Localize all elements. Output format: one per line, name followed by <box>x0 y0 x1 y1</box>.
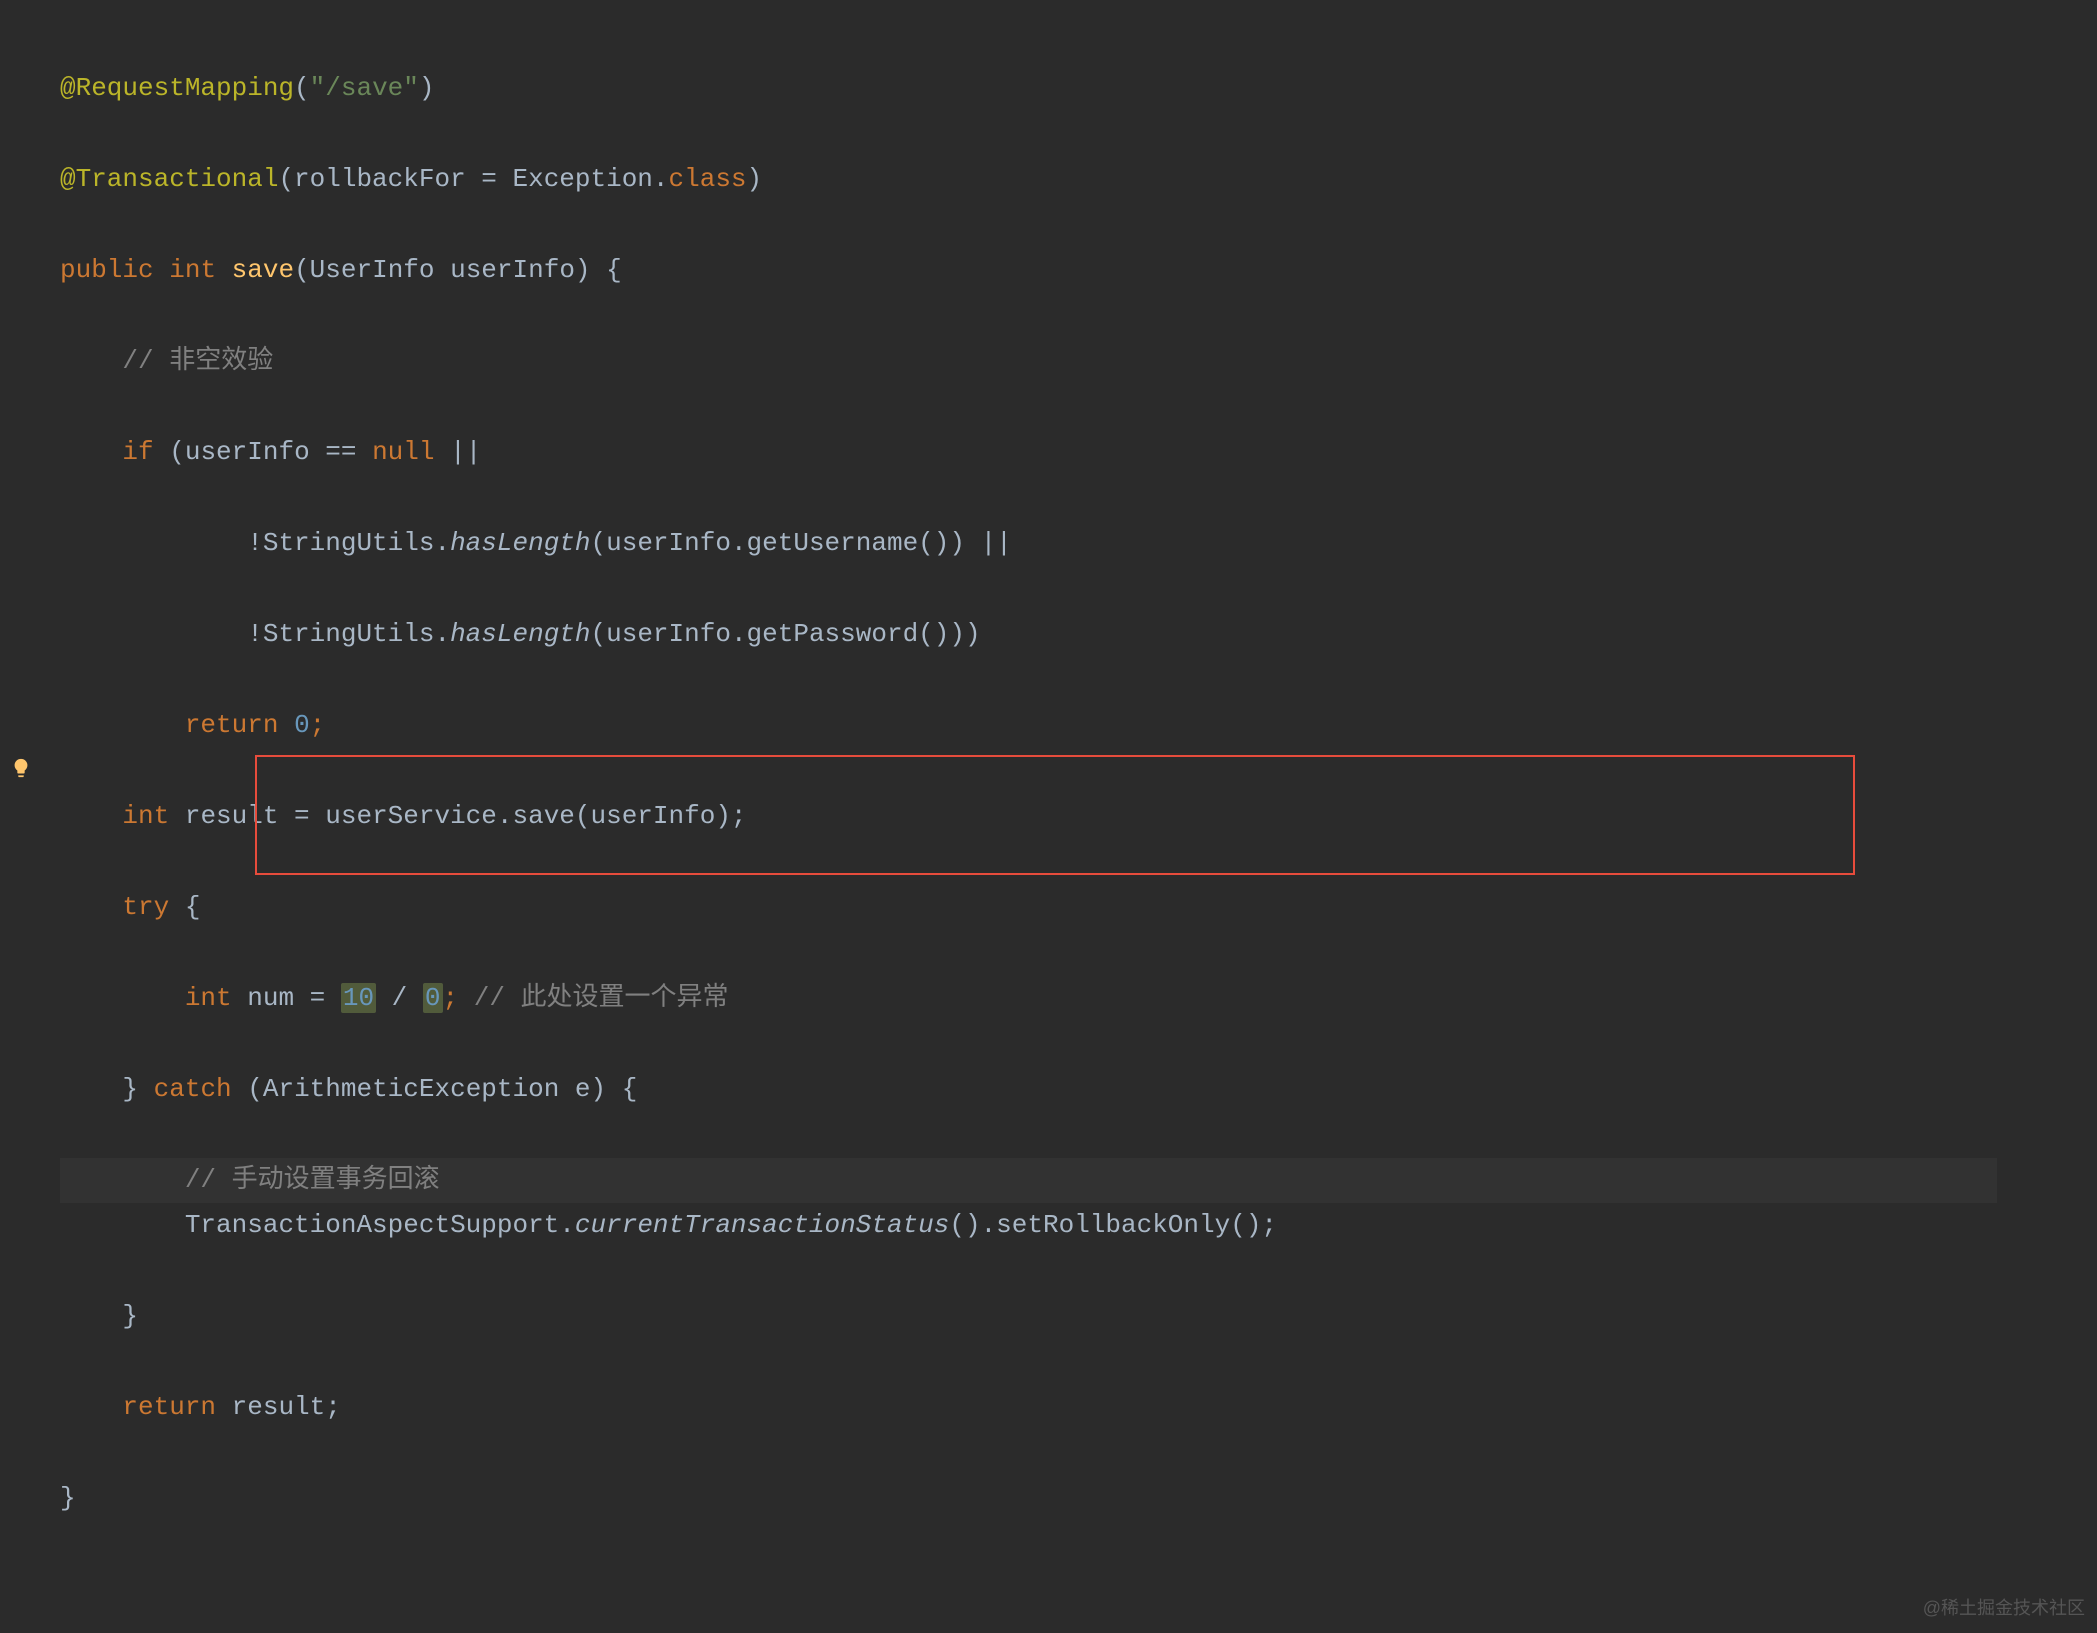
code-line: @RequestMapping("/save") <box>60 66 2097 112</box>
code-line: // 非空效验 <box>60 339 2097 385</box>
code-line: } catch (ArithmeticException e) { <box>60 1067 2097 1113</box>
code-line: @Transactional(rollbackFor = Exception.c… <box>60 157 2097 203</box>
intention-bulb-icon[interactable] <box>10 750 30 770</box>
code-editor[interactable]: @RequestMapping("/save") @Transactional(… <box>40 20 2097 1613</box>
code-line: } <box>60 1294 2097 1340</box>
code-line: !StringUtils.hasLength(userInfo.getUsern… <box>60 521 2097 567</box>
code-line: } <box>60 1476 2097 1522</box>
code-line: int num = 10 / 0; // 此处设置一个异常 <box>60 976 2097 1022</box>
code-line: TransactionAspectSupport.currentTransact… <box>60 1203 2097 1249</box>
code-line: return result; <box>60 1385 2097 1431</box>
watermark-text: @稀土掘金技术社区 <box>1923 1593 2085 1625</box>
code-line: if (userInfo == null || <box>60 430 2097 476</box>
code-line: public int save(UserInfo userInfo) { <box>60 248 2097 294</box>
code-line: int result = userService.save(userInfo); <box>60 794 2097 840</box>
editor-gutter <box>0 0 40 1633</box>
code-line: return 0; <box>60 703 2097 749</box>
code-line: try { <box>60 885 2097 931</box>
code-line: !StringUtils.hasLength(userInfo.getPassw… <box>60 612 2097 658</box>
code-line-active: // 手动设置事务回滚 <box>60 1158 1997 1204</box>
